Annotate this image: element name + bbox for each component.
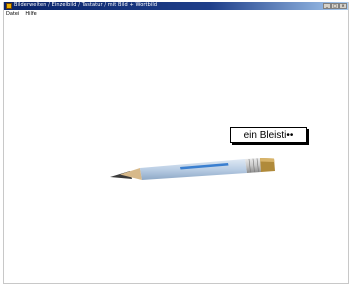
title-bar[interactable]: Bilderwelten / Einzelbild / Tastatur / m… [4,2,348,10]
maximize-button[interactable]: □ [331,3,339,9]
menu-datei[interactable]: Datei [6,10,19,18]
content-area: ein Bleisti•• [4,18,348,283]
pencil-image [110,158,275,180]
app-window: Bilderwelten / Einzelbild / Tastatur / m… [3,2,349,284]
close-button[interactable]: × [339,3,347,9]
menu-bar: Datei Hilfe [4,10,348,18]
menu-hilfe[interactable]: Hilfe [25,10,36,18]
word-label: ein Bleisti•• [230,127,307,143]
window-controls: _ □ × [323,3,347,9]
app-icon [6,3,12,9]
minimize-button[interactable]: _ [323,3,331,9]
window-title: Bilderwelten / Einzelbild / Tastatur / m… [14,2,158,8]
